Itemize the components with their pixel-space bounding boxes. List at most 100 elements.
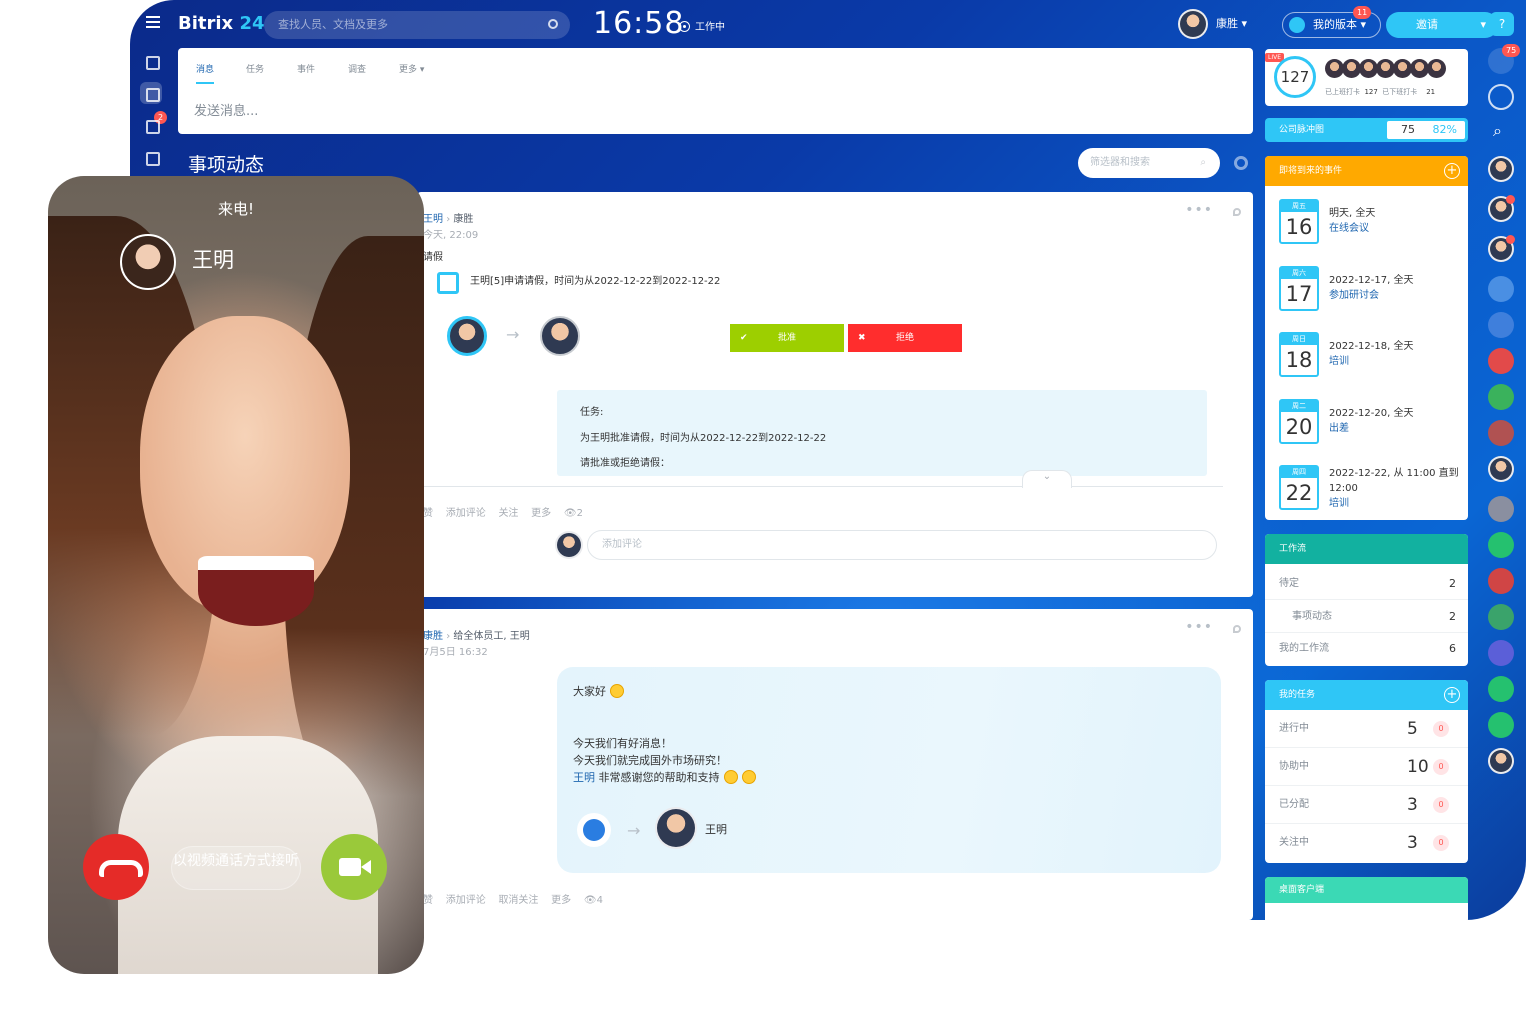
search-icon[interactable]: ⌕: [1488, 120, 1514, 146]
workgroup-icon[interactable]: [1488, 420, 1514, 446]
follow-link[interactable]: 关注: [498, 508, 518, 519]
my-version-button[interactable]: 我的版本 ▾ 11: [1282, 6, 1382, 38]
post-author[interactable]: 王明: [423, 214, 443, 225]
bell-icon[interactable]: 75: [1488, 44, 1521, 74]
whatsapp-icon[interactable]: [1488, 532, 1514, 558]
event-title: 培训: [1329, 356, 1349, 367]
event-title: 参加研讨会: [1329, 290, 1379, 301]
task-label: 任务:: [580, 407, 604, 418]
tab-task[interactable]: 任务: [246, 62, 264, 75]
group-chat-icon[interactable]: [1488, 312, 1514, 338]
list-item[interactable]: 进行中 5 0: [1265, 710, 1468, 748]
more-link[interactable]: 更多: [531, 508, 551, 519]
thumbs-up-icon[interactable]: [577, 813, 611, 847]
card-header: 我的任务 +: [1265, 680, 1468, 710]
users-icon[interactable]: [1488, 496, 1514, 522]
answer-video-button[interactable]: 以视频通话方式接听: [171, 846, 301, 890]
plus-icon[interactable]: +: [1444, 163, 1460, 179]
more-link[interactable]: 更多: [551, 895, 571, 906]
more-icon[interactable]: •••: [1185, 619, 1213, 635]
eye-icon: 👁: [563, 508, 577, 519]
mention-link[interactable]: 王明: [573, 771, 595, 784]
menu-icon[interactable]: [146, 16, 160, 28]
add-comment-link[interactable]: 添加评论: [446, 508, 486, 519]
logo[interactable]: Bitrix 24: [178, 13, 265, 34]
help-button[interactable]: ?: [1490, 12, 1514, 36]
nav-messenger-icon[interactable]: [140, 82, 162, 104]
group-icon[interactable]: [1488, 276, 1514, 302]
post-time: 今天, 22:09: [423, 230, 479, 241]
post-author[interactable]: 康胜: [423, 631, 443, 642]
filter-search-input[interactable]: 筛选器和搜索 ⌕: [1078, 148, 1220, 178]
company-pulse[interactable]: 公司脉冲图 75 82%: [1265, 118, 1468, 142]
label-clocked-in: 已上班打卡: [1325, 88, 1360, 96]
liked-by-name[interactable]: 王明: [705, 821, 727, 837]
list-item[interactable]: 事项动态 2: [1265, 600, 1468, 633]
tab-more[interactable]: 更多 ▾: [399, 62, 424, 75]
unfollow-link[interactable]: 取消关注: [498, 895, 538, 906]
post-summary: 王明[5]申请请假，时间为从2022-12-22到2022-12-22: [470, 276, 721, 287]
plus-icon[interactable]: +: [1444, 687, 1460, 703]
add-comment-link[interactable]: 添加评论: [446, 895, 486, 906]
pin-icon[interactable]: [1233, 625, 1241, 633]
filter-placeholder: 筛选器和搜索: [1090, 157, 1150, 168]
avatar[interactable]: [1488, 456, 1514, 482]
post-recipient[interactable]: 康胜: [453, 214, 473, 225]
channel-icon[interactable]: [1488, 604, 1514, 630]
more-icon[interactable]: •••: [1185, 202, 1213, 218]
project-icon[interactable]: [1488, 384, 1514, 410]
search-input[interactable]: 查找人员、文档及更多: [264, 11, 570, 39]
like-link[interactable]: 赞: [423, 895, 433, 906]
tab-poll[interactable]: 调查: [348, 62, 366, 75]
list-item[interactable]: 关注中 3 0: [1265, 824, 1468, 862]
desktop-client-card[interactable]: 桌面客户端: [1265, 877, 1468, 920]
row-label: 已分配: [1279, 799, 1309, 810]
nav-chat-icon[interactable]: 2: [140, 111, 168, 136]
avatar[interactable]: [1488, 156, 1514, 182]
eye-icon: 👁: [583, 895, 597, 906]
invite-button[interactable]: 邀请 ▾: [1386, 12, 1498, 38]
avatar[interactable]: [1488, 748, 1514, 774]
viber-icon[interactable]: [1488, 640, 1514, 666]
work-status[interactable]: 工作中: [679, 18, 725, 33]
live-attendance-card[interactable]: LIVE 127 已上班打卡 127 已下班打卡 21: [1265, 49, 1468, 106]
users-icon[interactable]: [1488, 568, 1514, 594]
chevron-down-icon[interactable]: ⌄: [1022, 470, 1072, 488]
reject-label: 拒绝: [895, 333, 914, 343]
pulse-value: 75: [1401, 123, 1415, 136]
chat-icon[interactable]: [1488, 84, 1514, 110]
gear-icon[interactable]: [1234, 156, 1248, 170]
search-icon: ⌕: [1200, 157, 1206, 168]
user-menu[interactable]: 康胜 ▾: [1178, 9, 1247, 39]
avatar[interactable]: [1488, 235, 1515, 262]
task-text: 请批准或拒绝请假：: [580, 458, 670, 469]
counter-badge: 0: [1433, 835, 1449, 851]
smile-emoji-icon: [610, 684, 624, 698]
list-item[interactable]: 协助中 10 0: [1265, 748, 1468, 786]
row-label: 关注中: [1279, 837, 1309, 848]
nav-calendar-icon[interactable]: [140, 146, 162, 168]
whatsapp-icon[interactable]: [1488, 712, 1514, 738]
post-time: 7月5日 16:32: [423, 647, 488, 658]
avatar[interactable]: [1488, 195, 1515, 222]
nav-feed-icon[interactable]: [140, 50, 162, 72]
avatar: [447, 316, 487, 356]
comment-input[interactable]: 添加评论: [587, 530, 1217, 560]
list-item[interactable]: 已分配 3 0: [1265, 786, 1468, 824]
row-count: 3: [1407, 795, 1418, 815]
pin-icon[interactable]: [1233, 208, 1241, 216]
video-camera-icon[interactable]: [321, 834, 387, 900]
project-icon[interactable]: [1488, 348, 1514, 374]
post-recipient[interactable]: 给全体员工, 王明: [453, 631, 529, 642]
tab-event[interactable]: 事件: [297, 62, 315, 75]
like-link[interactable]: 赞: [423, 508, 433, 519]
approve-button[interactable]: ✔ 批准: [730, 324, 844, 352]
tab-message[interactable]: 消息: [196, 62, 215, 84]
my-tasks-card: 我的任务 + 进行中 5 0 协助中 10 0 已分配 3 0 关注中 3 0: [1265, 680, 1468, 863]
decline-call-button[interactable]: [83, 834, 149, 900]
reject-button[interactable]: ✖ 拒绝: [848, 324, 962, 352]
whatsapp-icon[interactable]: [1488, 676, 1514, 702]
message-input[interactable]: 发送消息...: [194, 100, 258, 119]
list-item[interactable]: 待定 2: [1265, 567, 1468, 600]
list-item[interactable]: 我的工作流 6: [1265, 632, 1468, 665]
